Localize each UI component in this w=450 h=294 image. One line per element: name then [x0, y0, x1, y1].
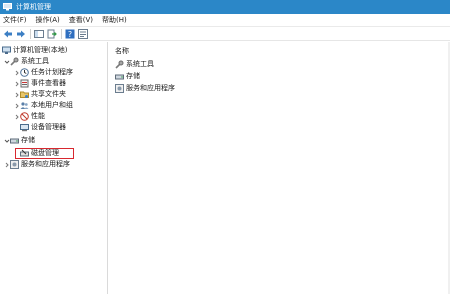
- menu-action[interactable]: 操作(A): [36, 14, 60, 27]
- chevron-right-icon[interactable]: [13, 89, 20, 100]
- export-icon[interactable]: [47, 29, 57, 39]
- tree-item-shared-folders[interactable]: 共享文件夹: [13, 89, 66, 100]
- tree-item-device-manager[interactable]: 设备管理器: [20, 122, 66, 133]
- computer-management-icon: [2, 46, 11, 55]
- menu-bar: 文件(F) 操作(A) 查看(V) 帮助(H): [0, 14, 450, 27]
- highlight-annotation: [15, 148, 74, 159]
- chevron-right-icon[interactable]: [13, 78, 20, 89]
- event-log-icon: [20, 79, 29, 88]
- tree-label: 本地用户和组: [31, 101, 73, 109]
- clock-icon: [20, 68, 29, 77]
- menu-file[interactable]: 文件(F): [3, 14, 27, 27]
- chevron-down-icon[interactable]: [3, 56, 10, 67]
- services-icon: [115, 83, 124, 93]
- tools-icon: [115, 60, 124, 69]
- menu-view[interactable]: 查看(V): [69, 14, 93, 27]
- computer-management-icon: [3, 3, 12, 11]
- back-arrow-icon[interactable]: [3, 29, 13, 39]
- tree-label: 服务和应用程序: [21, 160, 70, 168]
- toolbar-separator: [30, 28, 31, 39]
- forward-arrow-icon[interactable]: [16, 29, 26, 39]
- tree-item-system-tools[interactable]: 系统工具: [3, 56, 49, 67]
- content-pane: 名称 系统工具 存储 服务和应用程序: [110, 42, 450, 294]
- svg-text:?: ?: [68, 30, 72, 39]
- tree-item-task-scheduler[interactable]: 任务计划程序: [13, 67, 73, 78]
- tree-label: 事件查看器: [31, 79, 66, 87]
- toolbar: ?: [0, 27, 450, 41]
- tree-label: 系统工具: [21, 57, 49, 65]
- storage-icon: [115, 72, 124, 81]
- chevron-right-icon[interactable]: [13, 100, 20, 111]
- list-item-label: 系统工具: [126, 59, 154, 68]
- storage-icon: [10, 136, 19, 145]
- tree-label: 共享文件夹: [31, 90, 66, 98]
- console-tree-icon[interactable]: [34, 29, 44, 39]
- list-item-label: 服务和应用程序: [126, 83, 175, 92]
- list-item-label: 存储: [126, 71, 140, 80]
- console-tree-pane: 计算机管理(本地) 系统工具 任务计划程序 事件查看器 共享文件夹 本地用户和组…: [0, 42, 108, 294]
- title-bar: 计算机管理: [0, 0, 450, 14]
- list-item[interactable]: 存储: [115, 71, 140, 81]
- toolbar-separator: [61, 28, 62, 39]
- shared-folder-icon: [20, 90, 29, 99]
- chevron-down-icon[interactable]: [3, 135, 10, 146]
- tree-label: 存储: [21, 136, 35, 144]
- menu-help[interactable]: 帮助(H): [102, 14, 127, 27]
- list-item[interactable]: 系统工具: [115, 59, 154, 69]
- tree-label: 任务计划程序: [31, 68, 73, 76]
- tree-label: 性能: [31, 112, 45, 120]
- tree-item-performance[interactable]: 性能: [13, 111, 45, 122]
- tree-item-root[interactable]: 计算机管理(本地): [2, 45, 67, 56]
- tree-item-event-viewer[interactable]: 事件查看器: [13, 78, 66, 89]
- tools-icon: [10, 57, 19, 66]
- device-manager-icon: [20, 123, 29, 132]
- services-icon: [10, 160, 19, 169]
- tree-item-local-users[interactable]: 本地用户和组: [13, 100, 73, 111]
- chevron-right-icon[interactable]: [13, 111, 20, 122]
- performance-icon: [20, 112, 29, 121]
- chevron-right-icon[interactable]: [3, 159, 10, 170]
- help-icon[interactable]: ?: [65, 29, 75, 39]
- tree-label: 计算机管理(本地): [13, 46, 68, 54]
- column-header-name[interactable]: 名称: [115, 46, 129, 56]
- tree-item-services-apps[interactable]: 服务和应用程序: [3, 159, 70, 170]
- properties-icon[interactable]: [78, 28, 88, 39]
- window-title: 计算机管理: [16, 3, 51, 11]
- users-icon: [20, 101, 29, 110]
- list-item[interactable]: 服务和应用程序: [115, 83, 175, 93]
- chevron-right-icon[interactable]: [13, 67, 20, 78]
- tree-label: 设备管理器: [31, 123, 66, 131]
- tree-item-storage[interactable]: 存储: [3, 135, 35, 146]
